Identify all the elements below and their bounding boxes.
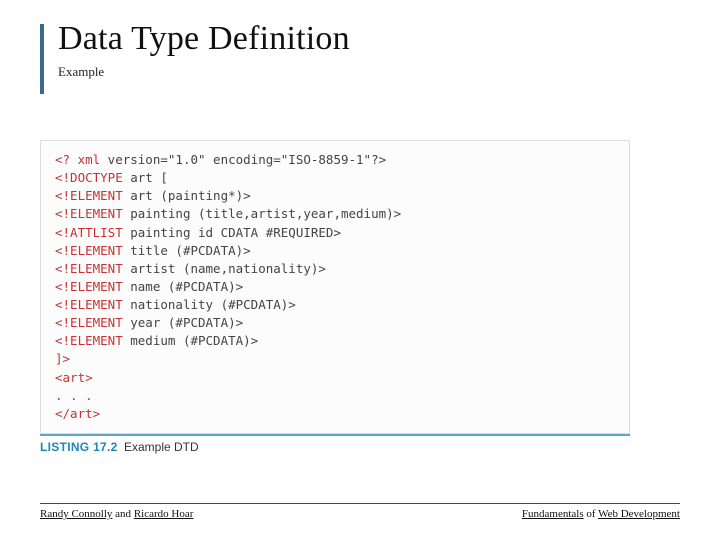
footer-rule — [40, 503, 680, 504]
code-tag: <!ELEMENT — [55, 188, 123, 203]
code-text: year (#PCDATA)> — [123, 315, 243, 330]
footer-text: of — [584, 508, 598, 520]
code-line: <!ELEMENT painting (title,artist,year,me… — [55, 205, 615, 223]
footer-row: Randy Connolly and Ricardo Hoar Fundamen… — [40, 508, 680, 520]
code-line: <!ELEMENT year (#PCDATA)> — [55, 314, 615, 332]
listing-description: Example DTD — [124, 440, 199, 454]
code-line: <!ELEMENT medium (#PCDATA)> — [55, 332, 615, 350]
code-tag: <art> — [55, 370, 93, 385]
code-tag: <? xml — [55, 152, 100, 167]
code-line: <!ELEMENT art (painting*)> — [55, 187, 615, 205]
code-tag: <!ELEMENT — [55, 206, 123, 221]
code-tag: <!ELEMENT — [55, 243, 123, 258]
listing-label: LISTING 17.2 — [40, 440, 118, 454]
author-name: Ricardo Hoar — [134, 508, 194, 520]
code-tag: <!ELEMENT — [55, 279, 123, 294]
code-tag: <!ELEMENT — [55, 315, 123, 330]
code-text: title (#PCDATA)> — [123, 243, 251, 258]
page-subtitle: Example — [58, 64, 680, 80]
code-tag: <!ELEMENT — [55, 333, 123, 348]
code-text: art (painting*)> — [123, 188, 251, 203]
code-text: painting (title,artist,year,medium)> — [123, 206, 401, 221]
page-title: Data Type Definition — [58, 20, 680, 58]
footer-book-title: Fundamentals of Web Development — [522, 508, 680, 520]
code-text: medium (#PCDATA)> — [123, 333, 258, 348]
code-line: <!ELEMENT name (#PCDATA)> — [55, 278, 615, 296]
listing-caption: LISTING 17.2 Example DTD — [40, 434, 630, 454]
slide-footer: Randy Connolly and Ricardo Hoar Fundamen… — [40, 503, 680, 520]
code-line: ]> — [55, 350, 615, 368]
code-line: <!ELEMENT artist (name,nationality)> — [55, 260, 615, 278]
author-name: Randy Connolly — [40, 508, 112, 520]
code-tag: <!DOCTYPE — [55, 170, 123, 185]
code-text: artist (name,nationality)> — [123, 261, 326, 276]
code-tag: . . . — [55, 388, 93, 403]
code-tag: <!ELEMENT — [55, 297, 123, 312]
code-line: <!ATTLIST painting id CDATA #REQUIRED> — [55, 224, 615, 242]
code-line: <!ELEMENT title (#PCDATA)> — [55, 242, 615, 260]
slide: Data Type Definition Example <? xml vers… — [0, 0, 720, 540]
code-text: painting id CDATA #REQUIRED> — [123, 225, 341, 240]
code-line: </art> — [55, 405, 615, 423]
code-text: version="1.0" encoding="ISO-8859-1"?> — [100, 152, 386, 167]
title-accent-rule — [40, 24, 44, 94]
code-text: name (#PCDATA)> — [123, 279, 243, 294]
code-line: <!ELEMENT nationality (#PCDATA)> — [55, 296, 615, 314]
code-line: . . . — [55, 387, 615, 405]
footer-text: Web Development — [598, 508, 680, 520]
code-tag: <!ELEMENT — [55, 261, 123, 276]
code-tag: <!ATTLIST — [55, 225, 123, 240]
code-line: <art> — [55, 369, 615, 387]
code-text: nationality (#PCDATA)> — [123, 297, 296, 312]
code-tag: ]> — [55, 351, 70, 366]
code-tag: </art> — [55, 406, 100, 421]
footer-text: and — [112, 508, 133, 520]
footer-authors: Randy Connolly and Ricardo Hoar — [40, 508, 193, 520]
code-listing: <? xml version="1.0" encoding="ISO-8859-… — [40, 140, 630, 434]
code-line: <? xml version="1.0" encoding="ISO-8859-… — [55, 151, 615, 169]
code-text: art [ — [123, 170, 168, 185]
footer-text: Fundamentals — [522, 508, 584, 520]
code-line: <!DOCTYPE art [ — [55, 169, 615, 187]
